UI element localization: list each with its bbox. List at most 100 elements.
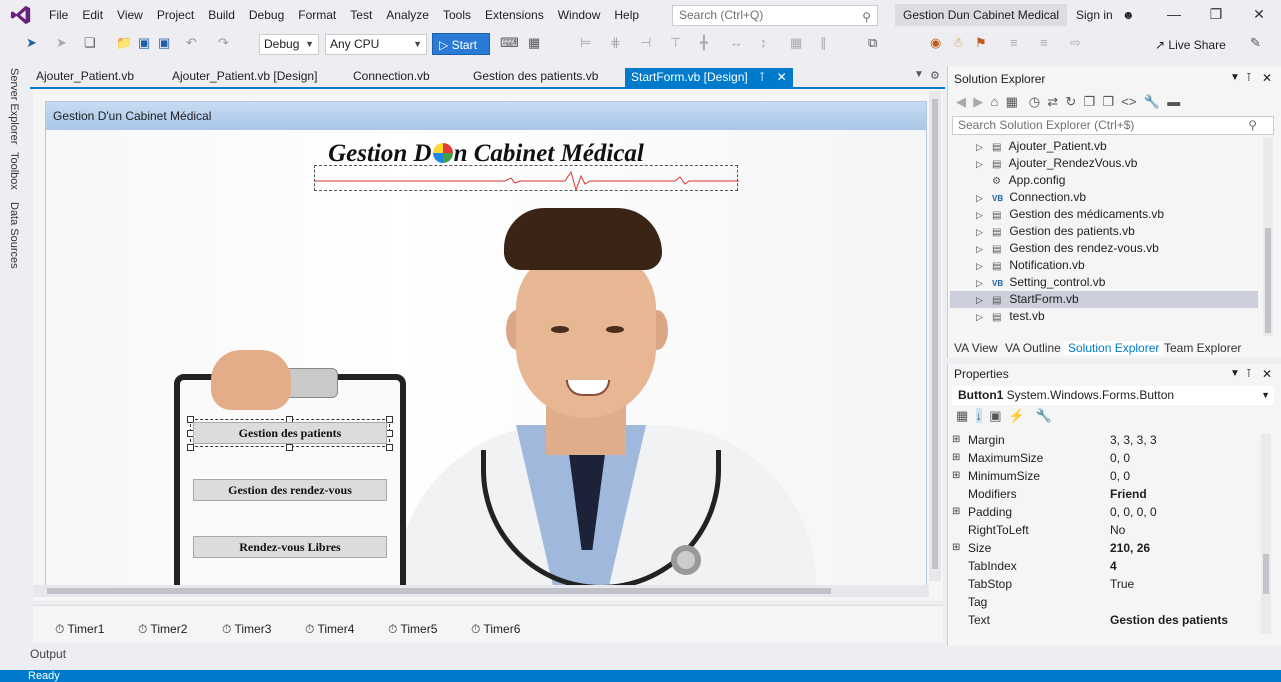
properties-scrollbar[interactable]	[1261, 434, 1271, 634]
menu-format[interactable]: Format	[291, 0, 343, 30]
property-row-tabstop[interactable]: TabStop True	[952, 575, 1268, 593]
menu-extensions[interactable]: Extensions	[478, 0, 551, 30]
resize-handle[interactable]	[187, 444, 194, 451]
startform-window[interactable]: Gestion D'un Cabinet Médical Gestion D n …	[45, 101, 927, 586]
menu-help[interactable]: Help	[607, 0, 646, 30]
property-pages-wrench-icon[interactable]: 🔧	[1036, 408, 1052, 423]
gestion-rendez-vous-button[interactable]: Gestion des rendez-vous	[193, 479, 387, 501]
property-row-righttoleft[interactable]: RightToLeft No	[952, 521, 1268, 539]
resize-handle[interactable]	[386, 444, 393, 451]
close-icon[interactable]: ✕	[1262, 367, 1272, 381]
pane-options-icon[interactable]: ▼	[1230, 368, 1240, 379]
sign-in-button[interactable]: Sign in ☻	[1076, 8, 1135, 22]
new-project-icon[interactable]: ❏	[84, 35, 96, 51]
uncomment-icon[interactable]: ≡	[1040, 35, 1048, 50]
make-same-height-icon[interactable]: ↕	[760, 35, 767, 50]
expand-icon[interactable]: ⊞	[952, 467, 960, 485]
forward-icon[interactable]: ▶	[973, 94, 983, 109]
pane-options-icon[interactable]: ▼	[1230, 72, 1240, 83]
refresh-icon[interactable]: ↻	[1065, 94, 1076, 109]
menu-window[interactable]: Window	[551, 0, 608, 30]
expand-icon[interactable]: ⊞	[952, 503, 960, 521]
tab-connection[interactable]: Connection.vb	[353, 69, 430, 83]
tab-order-icon[interactable]: ◉	[930, 35, 941, 51]
indent-icon[interactable]: ⇨	[1070, 35, 1081, 51]
designer-vertical-scrollbar[interactable]	[929, 91, 941, 581]
tree-item-gestion-patients[interactable]: ▷ ▤ Gestion des patients.vb	[976, 223, 1258, 240]
comment-icon[interactable]: ≡	[1010, 35, 1018, 50]
expand-arrow-icon[interactable]: ▷	[976, 241, 992, 258]
events-lightning-icon[interactable]: ⚡	[1009, 408, 1025, 423]
bring-to-front-icon[interactable]: ⧉	[868, 35, 877, 51]
timer2-component[interactable]: ⏱ Timer2	[138, 622, 187, 637]
property-row-size[interactable]: ⊞ Size 210, 26	[952, 539, 1268, 557]
menu-file[interactable]: File	[42, 0, 75, 30]
expand-arrow-icon[interactable]: ▷	[976, 156, 992, 173]
gestion-patients-button[interactable]: Gestion des patients	[193, 422, 387, 444]
pin-icon[interactable]: ⊺	[1246, 71, 1252, 84]
tree-item-connection[interactable]: ▷ VB Connection.vb	[976, 189, 1258, 206]
timer3-component[interactable]: ⏱ Timer3	[222, 622, 271, 637]
menu-test[interactable]: Test	[343, 0, 379, 30]
tree-item-gestion-medicaments[interactable]: ▷ ▤ Gestion des médicaments.vb	[976, 206, 1258, 223]
expand-arrow-icon[interactable]: ▷	[976, 258, 992, 275]
form-designer-surface[interactable]: Gestion D'un Cabinet Médical Gestion D n …	[33, 89, 943, 601]
expand-icon[interactable]: ⊞	[952, 431, 960, 449]
menu-build[interactable]: Build	[201, 0, 242, 30]
forward-icon[interactable]: ➤	[56, 35, 67, 51]
property-row-text[interactable]: Text Gestion des patients	[952, 611, 1268, 629]
make-same-width-icon[interactable]: ↔	[730, 35, 743, 50]
properties-icon[interactable]: ▣	[989, 408, 1001, 423]
undo-icon[interactable]: ↶	[186, 35, 197, 51]
platform-dropdown[interactable]: Any CPU ▼	[325, 34, 427, 55]
back-icon[interactable]: ◀	[956, 94, 966, 109]
tree-item-ajouter-rendezvous[interactable]: ▷ ▤ Ajouter_RendezVous.vb	[976, 155, 1258, 172]
preview-icon[interactable]: ▬	[1167, 94, 1180, 109]
align-middles-icon[interactable]: ╋	[700, 35, 708, 51]
align-tops-icon[interactable]: ⊤	[670, 35, 681, 51]
tab-va-view[interactable]: VA View	[954, 341, 998, 355]
collapse-all-icon[interactable]: ❐	[1084, 94, 1096, 109]
tab-va-outline[interactable]: VA Outline	[1005, 341, 1061, 355]
toolbox-tab[interactable]: Toolbox	[8, 152, 20, 190]
menu-debug[interactable]: Debug	[242, 0, 291, 30]
timer6-component[interactable]: ⏱ Timer6	[471, 622, 520, 637]
tab-ajouter-patient-design[interactable]: Ajouter_Patient.vb [Design]	[172, 69, 317, 83]
horizontal-spacing-icon[interactable]: ∥	[820, 35, 827, 51]
expand-arrow-icon[interactable]: ▷	[976, 224, 992, 241]
tab-solution-explorer[interactable]: Solution Explorer	[1064, 341, 1164, 355]
tab-gestion-des-patients[interactable]: Gestion des patients.vb	[473, 69, 598, 83]
back-icon[interactable]: ➤	[26, 35, 37, 51]
expand-arrow-icon[interactable]: ▷	[976, 139, 992, 156]
align-centers-icon[interactable]: ⋕	[610, 35, 621, 51]
timer1-component[interactable]: ⏱ Timer1	[55, 622, 104, 637]
open-folder-icon[interactable]: 📁	[116, 35, 132, 51]
flag-icon[interactable]: ⚑	[975, 35, 987, 51]
menu-tools[interactable]: Tools	[436, 0, 478, 30]
resize-handle[interactable]	[386, 430, 393, 437]
expand-icon[interactable]: ⊞	[952, 539, 960, 557]
object-selector-dropdown[interactable]: Button1 System.Windows.Forms.Button ▼	[952, 386, 1274, 405]
menu-analyze[interactable]: Analyze	[379, 0, 436, 30]
maximize-button[interactable]: ❐	[1206, 6, 1226, 23]
menu-project[interactable]: Project	[150, 0, 201, 30]
property-row-tabindex[interactable]: TabIndex 4	[952, 557, 1268, 575]
timer5-component[interactable]: ⏱ Timer5	[388, 622, 437, 637]
tree-item-gestion-rendez-vous[interactable]: ▷ ▤ Gestion des rendez-vous.vb	[976, 240, 1258, 257]
scrollbar-thumb[interactable]	[1263, 554, 1269, 594]
designer-horizontal-scrollbar[interactable]	[33, 585, 929, 597]
browser-link-icon[interactable]: ⌨	[500, 35, 519, 51]
home-icon[interactable]: ⌂	[990, 94, 998, 109]
tab-list-dropdown-icon[interactable]: ▼	[914, 69, 924, 80]
expand-icon[interactable]: ⊞	[952, 449, 960, 467]
global-search-input[interactable]: Search (Ctrl+Q) ⚲	[672, 5, 878, 26]
feedback-icon[interactable]: ✎	[1250, 35, 1261, 51]
property-row-maximumsize[interactable]: ⊞ MaximumSize 0, 0	[952, 449, 1268, 467]
live-share-button[interactable]: ↗ Live Share	[1155, 38, 1226, 52]
data-sources-tab[interactable]: Data Sources	[8, 202, 20, 269]
tree-item-test[interactable]: ▷ ▤ test.vb	[976, 308, 1258, 325]
tab-ajouter-patient-code[interactable]: Ajouter_Patient.vb	[36, 69, 134, 83]
pending-changes-icon[interactable]: ◷	[1029, 94, 1040, 109]
bookmark-icon[interactable]: ▦	[528, 35, 540, 51]
save-icon[interactable]: ▣	[138, 35, 150, 51]
